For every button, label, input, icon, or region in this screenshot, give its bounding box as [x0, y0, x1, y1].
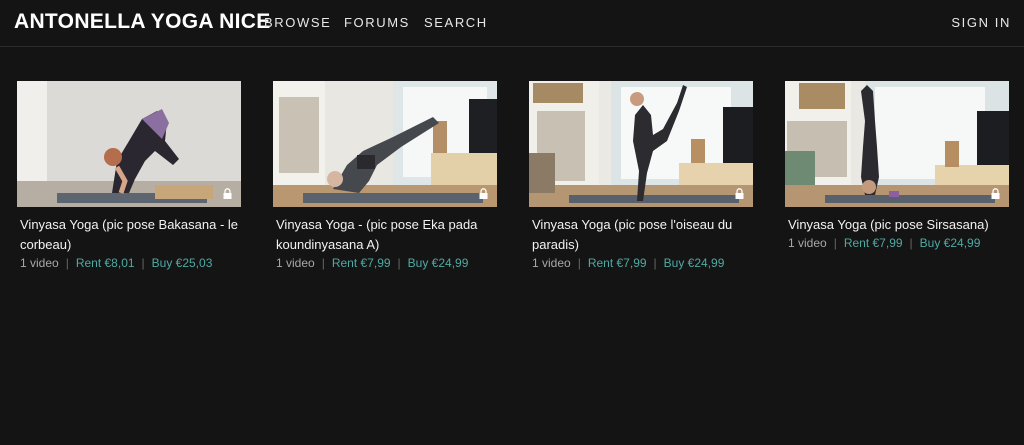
video-thumbnail[interactable] — [529, 81, 753, 207]
video-card: Vinyasa Yoga (pic pose Sirsasana) 1 vide… — [785, 81, 1009, 250]
separator: | — [653, 256, 657, 270]
separator: | — [397, 256, 401, 270]
buy-price-link[interactable]: Buy €24,99 — [920, 236, 981, 250]
video-thumbnail[interactable] — [785, 81, 1009, 207]
rent-price-link[interactable]: Rent €7,99 — [844, 236, 903, 250]
sign-in-link[interactable]: SIGN IN — [951, 15, 1011, 30]
video-count: 1 video — [20, 256, 59, 270]
buy-price-link[interactable]: Buy €25,03 — [152, 256, 213, 270]
nav-forums-link[interactable]: FORUMS — [344, 15, 410, 30]
separator: | — [577, 256, 581, 270]
rent-price-link[interactable]: Rent €7,99 — [332, 256, 391, 270]
lock-icon — [735, 188, 744, 199]
site-logo[interactable]: ANTONELLA YOGA NICE — [14, 10, 271, 34]
buy-price-link[interactable]: Buy €24,99 — [408, 256, 469, 270]
lock-icon — [479, 188, 488, 199]
buy-price-link[interactable]: Buy €24,99 — [664, 256, 725, 270]
video-card: Vinyasa Yoga (pic pose l'oiseau du parad… — [529, 81, 753, 270]
lock-icon — [991, 188, 1000, 199]
video-title[interactable]: Vinyasa Yoga (pic pose Bakasana - le cor… — [20, 215, 241, 255]
video-thumbnail[interactable] — [273, 81, 497, 207]
video-meta: 1 video | Rent €7,99 | Buy €24,99 — [532, 256, 753, 270]
video-card: Vinyasa Yoga (pic pose Bakasana - le cor… — [17, 81, 241, 270]
video-title[interactable]: Vinyasa Yoga (pic pose Sirsasana) — [788, 215, 1009, 235]
rent-price-link[interactable]: Rent €8,01 — [76, 256, 135, 270]
top-navigation-bar: ANTONELLA YOGA NICE BROWSE FORUMS SEARCH… — [0, 0, 1024, 47]
video-title[interactable]: Vinyasa Yoga - (pic pose Eka pada koundi… — [276, 215, 497, 255]
video-thumbnail[interactable] — [17, 81, 241, 207]
video-meta: 1 video | Rent €8,01 | Buy €25,03 — [20, 256, 241, 270]
separator: | — [909, 236, 913, 250]
video-title[interactable]: Vinyasa Yoga (pic pose l'oiseau du parad… — [532, 215, 753, 255]
separator: | — [321, 256, 325, 270]
lock-icon — [223, 188, 232, 199]
nav-search-link[interactable]: SEARCH — [424, 15, 488, 30]
video-count: 1 video — [276, 256, 315, 270]
separator: | — [141, 256, 145, 270]
video-meta: 1 video | Rent €7,99 | Buy €24,99 — [788, 236, 1009, 250]
video-card: Vinyasa Yoga - (pic pose Eka pada koundi… — [273, 81, 497, 270]
video-count: 1 video — [788, 236, 827, 250]
separator: | — [65, 256, 69, 270]
nav-browse-link[interactable]: BROWSE — [264, 15, 331, 30]
separator: | — [833, 236, 837, 250]
video-meta: 1 video | Rent €7,99 | Buy €24,99 — [276, 256, 497, 270]
rent-price-link[interactable]: Rent €7,99 — [588, 256, 647, 270]
video-count: 1 video — [532, 256, 571, 270]
